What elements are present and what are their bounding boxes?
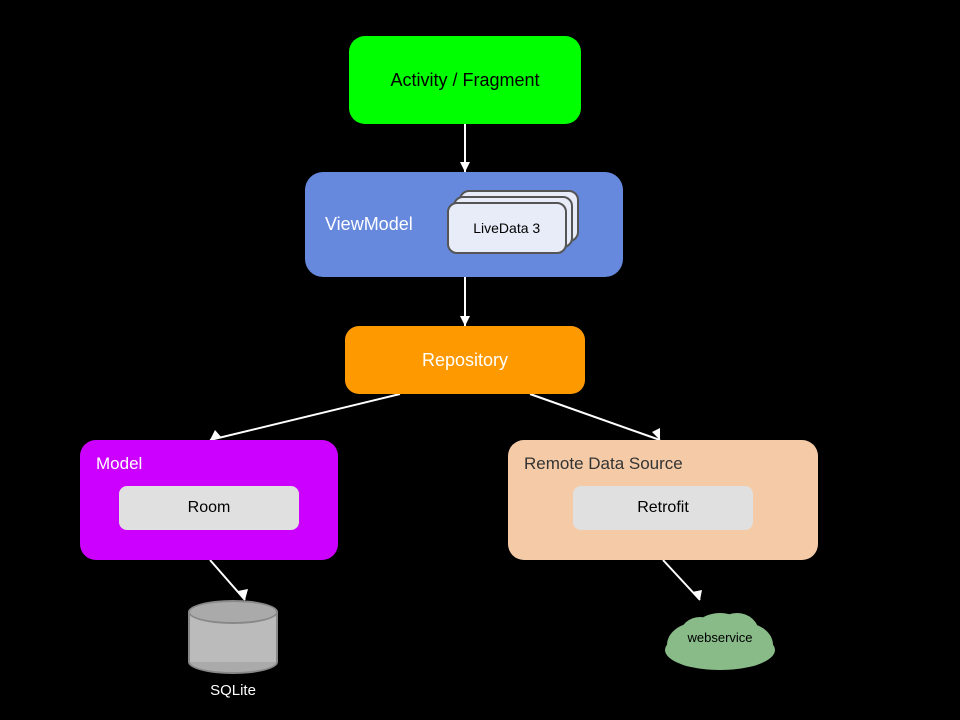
livedata-label: LiveData 3 — [473, 220, 540, 236]
activity-fragment-box: Activity / Fragment — [349, 36, 581, 124]
retrofit-label: Retrofit — [637, 499, 689, 517]
retrofit-inner-box: Retrofit — [573, 486, 753, 530]
livedata-card-front: LiveData 3 — [447, 202, 567, 254]
repository-box: Repository — [345, 326, 585, 394]
sqlite-label: SQLite — [210, 682, 256, 699]
activity-fragment-label: Activity / Fragment — [390, 70, 539, 91]
architecture-diagram: Activity / Fragment ViewModel LiveData 3… — [0, 0, 960, 720]
room-label: Room — [188, 499, 231, 517]
cylinder-top — [188, 600, 278, 624]
webservice-container: webservice — [655, 600, 785, 645]
sqlite-cylinder — [188, 600, 278, 674]
remote-data-source-box: Remote Data Source Retrofit — [508, 440, 818, 560]
room-inner-box: Room — [119, 486, 299, 530]
remote-data-source-label: Remote Data Source — [524, 454, 683, 474]
model-label: Model — [96, 454, 142, 474]
viewmodel-box: ViewModel LiveData 3 — [305, 172, 623, 277]
sqlite-container: SQLite — [188, 600, 278, 699]
repository-label: Repository — [422, 350, 508, 371]
viewmodel-label: ViewModel — [325, 214, 413, 235]
livedata-stack: LiveData 3 — [443, 190, 573, 260]
model-box: Model Room — [80, 440, 338, 560]
webservice-label: webservice — [687, 630, 752, 645]
